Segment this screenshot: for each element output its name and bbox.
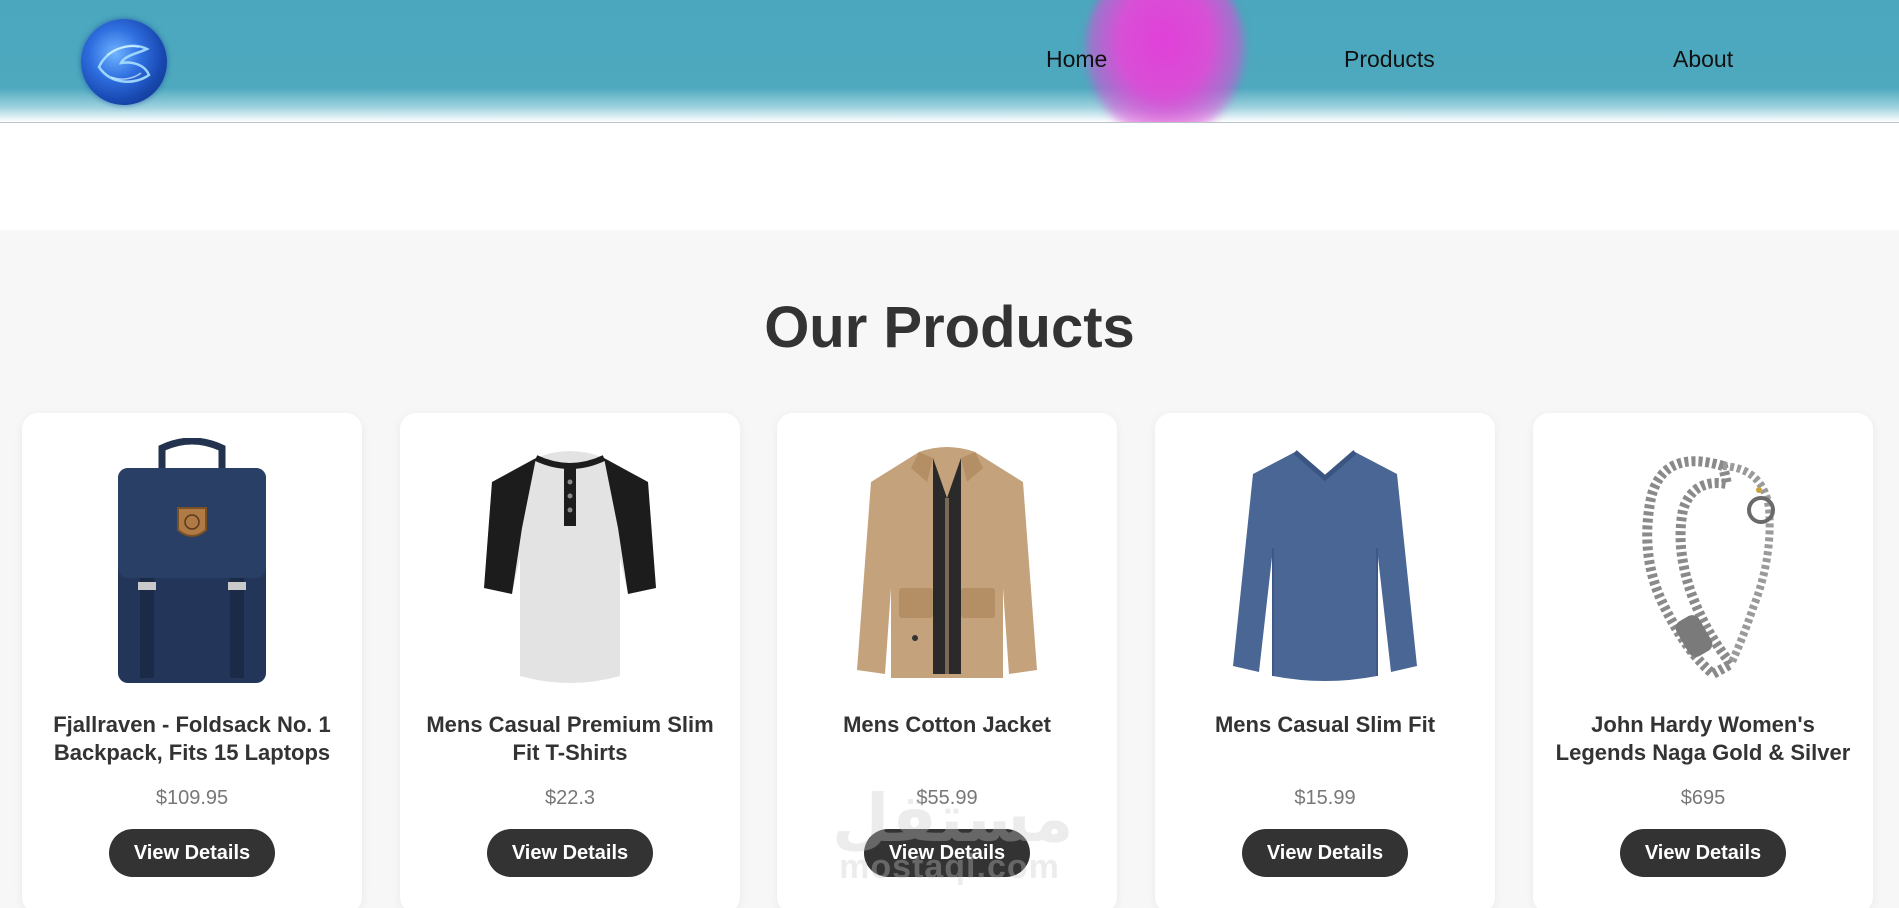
site-header: Home Products About: [0, 0, 1899, 123]
product-card[interactable]: John Hardy Women's Legends Naga Gold & S…: [1533, 413, 1873, 908]
product-price: $15.99: [1294, 787, 1356, 809]
product-title: Mens Casual Premium Slim Fit T-Shirts: [426, 712, 714, 765]
view-details-button[interactable]: View Details: [864, 829, 1030, 877]
main-nav: Home Products About: [0, 0, 1899, 120]
jacket-image: [857, 447, 1037, 678]
nav-home-link[interactable]: Home: [1046, 46, 1107, 73]
product-price: $22.3: [544, 787, 596, 809]
section-title: Our Products: [764, 295, 1135, 360]
product-title: Mens Casual Slim Fit: [1214, 712, 1436, 737]
tshirt-image: [484, 451, 656, 683]
product-title: Mens Cotton Jacket: [843, 712, 1051, 737]
product-price: $695: [1680, 787, 1726, 809]
product-title: John Hardy Women's Legends Naga Gold & S…: [1555, 712, 1851, 765]
product-card[interactable]: Mens Casual Premium Slim Fit T-Shirts $2…: [400, 413, 740, 908]
product-card[interactable]: Mens Casual Slim Fit $15.99 View Details: [1155, 413, 1495, 908]
view-details-button[interactable]: View Details: [1242, 829, 1408, 877]
backpack-image: [118, 438, 266, 683]
products-section: Our Products Fjallraven - Foldsack No. 1…: [0, 230, 1899, 908]
product-title: Fjallraven - Foldsack No. 1 Backpack, Fi…: [53, 712, 331, 765]
nav-about-link[interactable]: About: [1673, 46, 1733, 73]
product-price: $109.95: [155, 787, 229, 809]
product-card[interactable]: Fjallraven - Foldsack No. 1 Backpack, Fi…: [22, 413, 362, 908]
sweater-image: [1233, 450, 1417, 681]
view-details-button[interactable]: View Details: [487, 829, 653, 877]
view-details-button[interactable]: View Details: [109, 829, 275, 877]
view-details-button[interactable]: View Details: [1620, 829, 1786, 877]
nav-products-link[interactable]: Products: [1344, 46, 1435, 73]
product-card[interactable]: Mens Cotton Jacket $55.99 View Details: [777, 413, 1117, 908]
product-price: $55.99: [916, 787, 978, 809]
bracelet-image: [1642, 456, 1775, 681]
